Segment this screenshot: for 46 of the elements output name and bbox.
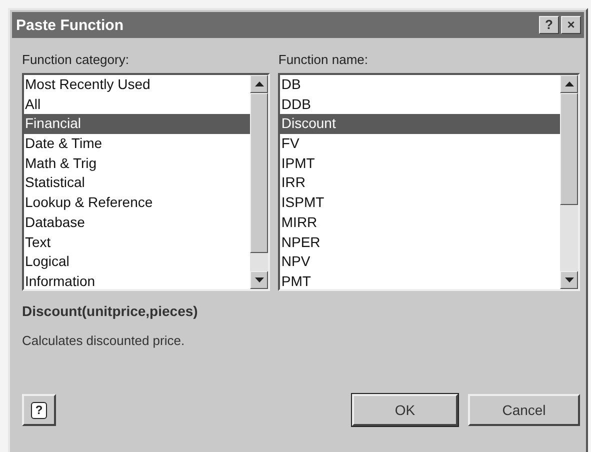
list-item[interactable]: NPV: [280, 252, 560, 272]
list-item[interactable]: ISPMT: [280, 193, 560, 213]
up-triangle-icon: [254, 81, 264, 87]
list-box[interactable]: Most Recently Used All Financial Date & Time Math & Trig Statistical Lookup & Reference Database Text Logical Information: [22, 73, 270, 291]
list-item[interactable]: DB: [280, 75, 560, 95]
up-triangle-icon: [564, 81, 574, 87]
list-item[interactable]: Financial: [24, 114, 250, 134]
list-item[interactable]: Math & Trig: [24, 154, 250, 174]
list-item[interactable]: Database: [24, 212, 250, 232]
scroll-up-button[interactable]: [560, 75, 578, 93]
function-signature: Discount(unitprice,pieces): [21, 302, 199, 319]
list-label: Function category:: [22, 52, 130, 67]
list-item[interactable]: IPMT: [280, 154, 560, 174]
scroll-down-button[interactable]: [560, 271, 578, 289]
list-item[interactable]: Discount: [280, 114, 560, 134]
list-item[interactable]: Information: [24, 272, 250, 292]
list-item[interactable]: FV: [280, 134, 560, 154]
scroll-thumb[interactable]: [560, 93, 578, 205]
list-item[interactable]: Statistical: [24, 173, 250, 194]
list-item[interactable]: Date & Time: [24, 134, 250, 154]
list-item[interactable]: Lookup & Reference: [24, 193, 250, 213]
ok-button[interactable]: OK: [352, 394, 458, 426]
window-title: Paste Function: [16, 16, 124, 34]
list-item[interactable]: Logical: [24, 252, 250, 272]
list-item[interactable]: PMT: [280, 272, 560, 292]
list-item[interactable]: IRR: [280, 173, 560, 194]
list-item[interactable]: Most Recently Used: [24, 75, 250, 95]
scroll-up-button[interactable]: [250, 75, 268, 93]
list-item[interactable]: All: [24, 94, 250, 114]
list-item[interactable]: Text: [24, 232, 250, 252]
down-triangle-icon: [564, 277, 574, 283]
scroll-thumb[interactable]: [250, 93, 268, 253]
down-triangle-icon: [254, 277, 264, 283]
scrollbar[interactable]: [560, 75, 578, 289]
list-item[interactable]: NPER: [280, 232, 560, 252]
list-item[interactable]: DDB: [280, 94, 560, 114]
scroll-down-button[interactable]: [250, 271, 268, 289]
close-button[interactable]: ×: [561, 16, 581, 34]
list-item[interactable]: MIRR: [280, 212, 560, 232]
list-box[interactable]: DB DDB Discount FV IPMT IRR ISPMT MIRR NPER NPV PMT: [278, 73, 580, 291]
scrollbar[interactable]: [250, 75, 268, 289]
help-button[interactable]: ?: [539, 16, 559, 34]
list-label: Function name:: [278, 52, 369, 67]
function-description: Calculates discounted price.: [21, 332, 186, 348]
help-button[interactable]: ?: [22, 394, 56, 426]
cancel-button[interactable]: Cancel: [468, 394, 580, 426]
